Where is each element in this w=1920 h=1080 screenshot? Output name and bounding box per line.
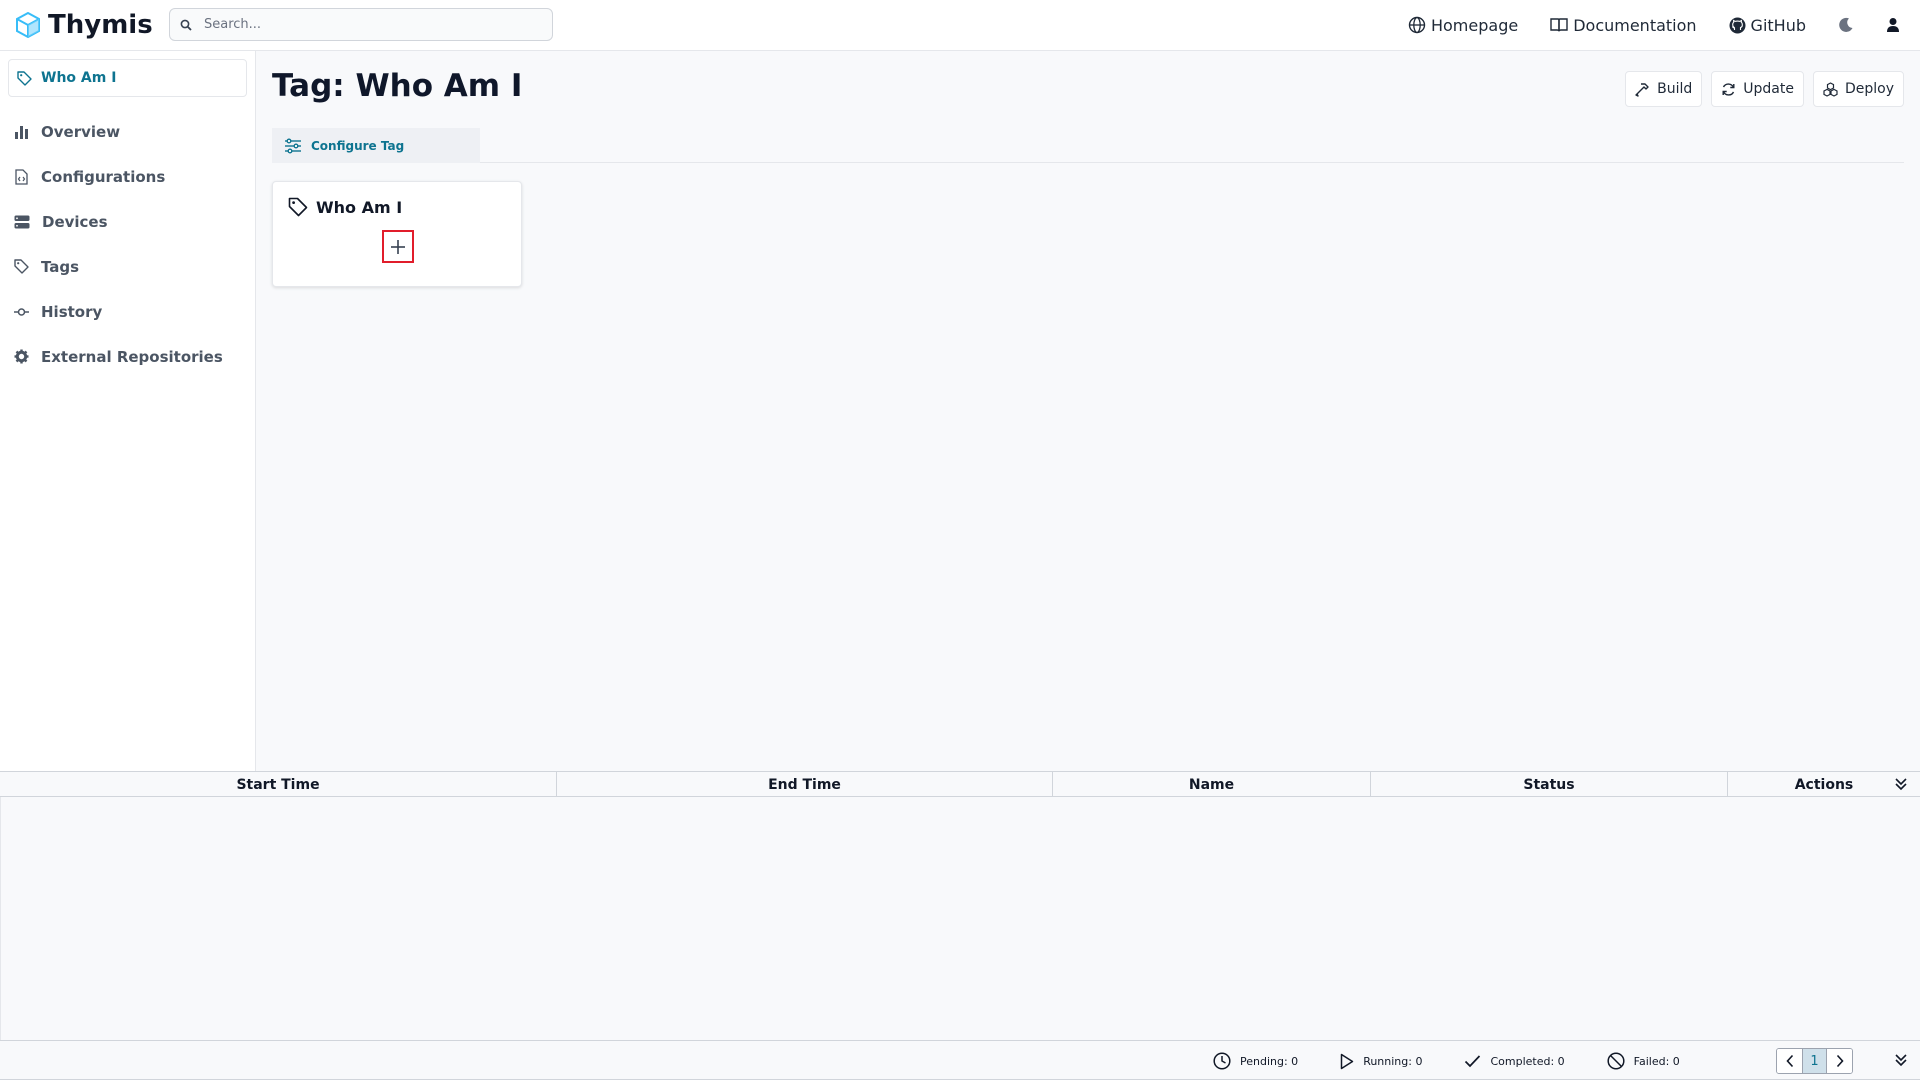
documentation-label: Documentation: [1573, 15, 1697, 35]
column-actions-label: Actions: [1794, 776, 1854, 793]
app-name: Thymis: [48, 10, 153, 40]
tab-bar: Configure Tag: [272, 128, 1904, 163]
search-box[interactable]: [169, 8, 553, 41]
chevrons-down-icon[interactable]: [1894, 1052, 1908, 1068]
task-counts: Pending: 0 Running: 0 Completed: 0 Faile…: [1213, 1041, 1680, 1080]
column-start-time[interactable]: Start Time: [0, 772, 557, 797]
task-table-header: Start Time End Time Name Status Actions: [0, 772, 1920, 797]
homepage-link[interactable]: Homepage: [1408, 16, 1518, 35]
deploy-icon: [1823, 81, 1838, 97]
bar-chart-icon: [14, 125, 29, 139]
task-panel: Start Time End Time Name Status Actions: [0, 771, 1920, 1080]
sidebar-item-who-am-i[interactable]: Who Am I: [8, 59, 247, 97]
thymis-logo-icon: [16, 12, 40, 38]
play-icon: [1340, 1053, 1354, 1070]
ban-icon: [1607, 1052, 1625, 1070]
github-link[interactable]: GitHub: [1729, 16, 1806, 35]
tag-card: Who Am I: [272, 181, 522, 287]
clock-icon: [1213, 1052, 1231, 1070]
sidebar-item-overview[interactable]: Overview: [14, 109, 223, 154]
sliders-icon: [284, 138, 302, 154]
hammer-icon: [1635, 82, 1650, 97]
column-actions: Actions: [1728, 772, 1920, 797]
card-title: Who Am I: [316, 197, 403, 217]
page-title: Tag: Who Am I: [272, 68, 523, 104]
search-input[interactable]: [204, 17, 534, 32]
commit-icon: [14, 307, 29, 317]
moon-icon: [1838, 17, 1854, 33]
chevron-left-icon: [1785, 1054, 1795, 1068]
server-icon: [14, 215, 30, 229]
card-header: Who Am I: [288, 197, 402, 217]
pagination: 1: [1776, 1048, 1853, 1074]
running-label: Running: 0: [1363, 1054, 1423, 1068]
github-icon: [1729, 17, 1746, 34]
sidebar-item-label: History: [41, 302, 103, 321]
documentation-link[interactable]: Documentation: [1550, 15, 1697, 35]
sidebar-item-external-repositories[interactable]: External Repositories: [14, 334, 223, 379]
running-count: Running: 0: [1340, 1053, 1422, 1070]
sidebar-item-label: Who Am I: [41, 70, 117, 86]
tag-icon: [17, 70, 32, 86]
pending-label: Pending: 0: [1240, 1054, 1299, 1068]
add-module-button[interactable]: [382, 230, 414, 263]
sidebar-item-label: External Repositories: [41, 347, 223, 366]
build-button[interactable]: Build: [1625, 71, 1703, 107]
failed-label: Failed: 0: [1633, 1054, 1680, 1068]
top-bar: Thymis Homepage: [0, 0, 1920, 51]
file-code-icon: [14, 168, 29, 185]
deploy-label: Deploy: [1844, 81, 1894, 97]
update-label: Update: [1743, 81, 1794, 97]
build-label: Build: [1657, 81, 1693, 97]
book-icon: [1550, 17, 1568, 33]
gear-icon: [14, 349, 29, 364]
page-number-button[interactable]: 1: [1802, 1049, 1827, 1073]
chevron-right-icon: [1835, 1054, 1845, 1068]
chevrons-down-icon[interactable]: [1894, 776, 1908, 792]
pending-count: Pending: 0: [1213, 1052, 1298, 1070]
sidebar-nav: Overview Configurations Devices Tags His…: [14, 109, 223, 379]
sidebar-item-label: Devices: [42, 212, 108, 231]
previous-page-button[interactable]: [1777, 1049, 1802, 1073]
next-page-button[interactable]: [1827, 1049, 1852, 1073]
tab-configure-tag[interactable]: Configure Tag: [272, 128, 480, 163]
tag-icon: [288, 197, 308, 217]
plus-icon: [389, 238, 407, 256]
column-status[interactable]: Status: [1371, 772, 1728, 797]
task-table-body: [0, 797, 1920, 1040]
deploy-button[interactable]: Deploy: [1812, 71, 1904, 107]
brand[interactable]: Thymis: [16, 10, 153, 40]
failed-count: Failed: 0: [1607, 1052, 1680, 1070]
column-end-time[interactable]: End Time: [557, 772, 1053, 797]
sidebar-item-label: Tags: [41, 257, 80, 276]
top-nav: Homepage Documentation GitHub: [1408, 0, 1900, 50]
refresh-icon: [1721, 82, 1736, 97]
update-button[interactable]: Update: [1711, 71, 1804, 107]
completed-count: Completed: 0: [1464, 1054, 1565, 1068]
globe-icon: [1408, 16, 1426, 34]
homepage-label: Homepage: [1430, 15, 1519, 35]
sidebar-item-devices[interactable]: Devices: [14, 199, 223, 244]
user-icon: [1886, 17, 1900, 33]
action-toolbar: Build Update Deploy: [1625, 71, 1904, 107]
user-menu-button[interactable]: [1886, 17, 1900, 33]
tab-label: Configure Tag: [311, 138, 405, 153]
search-icon: [180, 19, 192, 31]
check-icon: [1464, 1054, 1481, 1068]
column-name[interactable]: Name: [1053, 772, 1371, 797]
sidebar-item-label: Overview: [41, 122, 121, 141]
sidebar-item-label: Configurations: [41, 167, 166, 186]
task-footer: Pending: 0 Running: 0 Completed: 0 Faile…: [0, 1040, 1920, 1080]
sidebar-item-history[interactable]: History: [14, 289, 223, 334]
sidebar-item-configurations[interactable]: Configurations: [14, 154, 223, 199]
sidebar: Who Am I Overview Configurations Devices…: [0, 51, 256, 771]
completed-label: Completed: 0: [1490, 1054, 1565, 1068]
theme-toggle-button[interactable]: [1838, 17, 1854, 33]
github-label: GitHub: [1750, 15, 1806, 35]
tag-icon: [14, 259, 29, 274]
sidebar-item-tags[interactable]: Tags: [14, 244, 223, 289]
